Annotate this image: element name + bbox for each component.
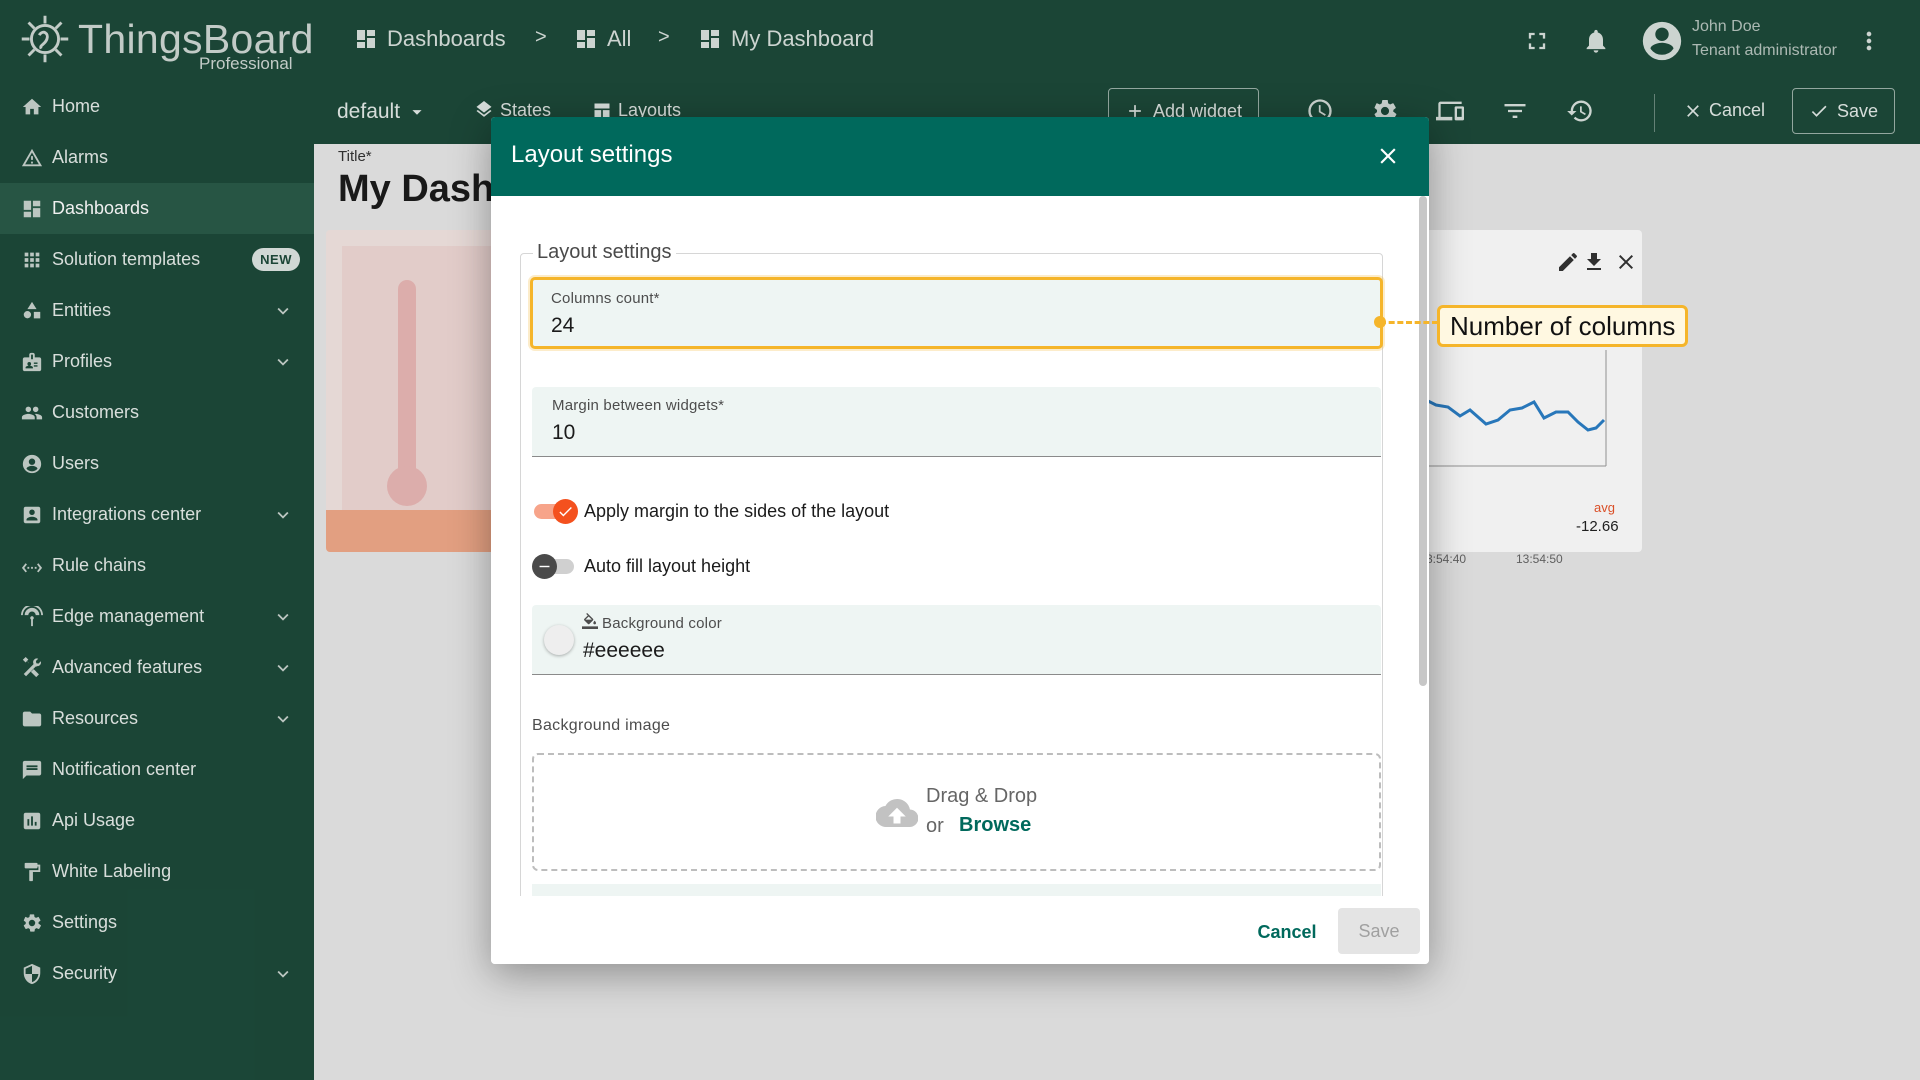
dialog-footer: Cancel Save <box>491 896 1429 964</box>
background-image-dropzone[interactable]: Drag & Drop or Browse <box>532 753 1381 871</box>
fieldset-legend: Layout settings <box>533 241 676 264</box>
annotation-connector <box>1380 321 1438 324</box>
close-icon[interactable] <box>1373 141 1403 171</box>
dialog-scrollbar[interactable] <box>1419 196 1427 686</box>
margin-between-widgets-field[interactable]: Margin between widgets* 10 <box>532 387 1381 457</box>
layout-settings-dialog: Layout settings Layout settings Columns … <box>491 117 1429 964</box>
apply-margin-label: Apply margin to the sides of the layout <box>584 500 890 521</box>
auto-fill-toggle[interactable] <box>532 553 578 579</box>
dialog-header: Layout settings <box>491 117 1429 196</box>
background-color-field[interactable]: Background color #eeeeee <box>532 605 1381 675</box>
background-color-label: Background color <box>602 615 722 632</box>
background-image-label: Background image <box>532 717 671 734</box>
dropzone-text: Drag & Drop <box>926 785 1038 807</box>
margin-input[interactable]: 10 <box>552 421 575 445</box>
auto-fill-toggle-row[interactable]: Auto fill layout height <box>532 553 750 579</box>
color-fill-icon <box>582 613 600 631</box>
browse-link[interactable]: Browse <box>959 814 1031 837</box>
check-icon <box>553 499 578 524</box>
color-swatch[interactable] <box>544 625 574 655</box>
apply-margin-toggle-row[interactable]: Apply margin to the sides of the layout <box>532 498 889 524</box>
columns-count-input[interactable]: 24 <box>551 314 574 338</box>
columns-count-field[interactable]: Columns count* 24 <box>530 277 1383 349</box>
columns-count-label: Columns count* <box>551 290 660 307</box>
dialog-cancel-button[interactable]: Cancel <box>1239 910 1335 954</box>
annotation-callout: Number of columns <box>1437 305 1689 347</box>
margin-label: Margin between widgets* <box>552 397 725 414</box>
auto-fill-label: Auto fill layout height <box>584 555 751 576</box>
cloud-upload-icon <box>875 797 919 829</box>
dropzone-or: or <box>926 815 944 837</box>
minus-icon <box>532 554 557 579</box>
apply-margin-toggle[interactable] <box>532 498 578 524</box>
dialog-title: Layout settings <box>511 141 673 168</box>
dialog-save-button[interactable]: Save <box>1338 908 1420 954</box>
background-color-input[interactable]: #eeeeee <box>583 639 665 663</box>
